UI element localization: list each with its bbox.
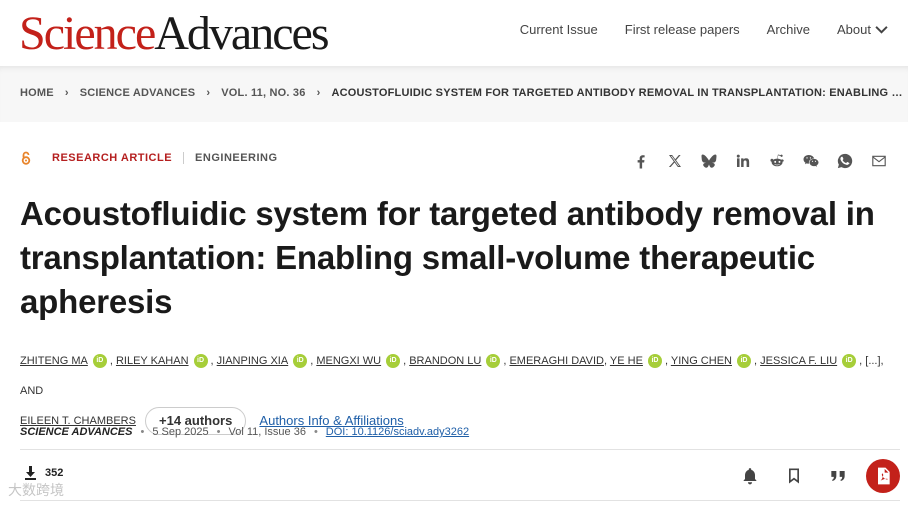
orcid-icon[interactable]: iD (193, 354, 208, 369)
nav-current-issue[interactable]: Current Issue (520, 22, 598, 37)
facebook-icon[interactable] (624, 150, 658, 172)
breadcrumb-issue[interactable]: VOL. 11, NO. 36 (221, 87, 305, 99)
publication-date: 5 Sep 2025 (152, 426, 209, 438)
author-name[interactable]: JIANPING XIA (217, 355, 289, 367)
chevron-right-icon: › (316, 87, 321, 99)
article-subject[interactable]: ENGINEERING (195, 152, 278, 164)
linkedin-icon[interactable] (726, 150, 760, 172)
pdf-icon (878, 467, 890, 485)
open-access-icon (21, 151, 31, 165)
chevron-right-icon: › (206, 87, 211, 99)
breadcrumb-home[interactable]: HOME (20, 87, 54, 99)
share-bar (624, 150, 896, 172)
article-type-row: RESEARCH ARTICLE ENGINEERING (20, 151, 278, 165)
article-type[interactable]: RESEARCH ARTICLE (52, 152, 172, 164)
volume-issue[interactable]: Vol 11, Issue 36 (228, 426, 305, 438)
separator-dot: • (313, 426, 318, 438)
cite-button[interactable] (816, 458, 860, 494)
publication-meta: SCIENCE ADVANCES • 5 Sep 2025 • Vol 11, … (20, 426, 469, 438)
author-name[interactable]: YING CHEN (671, 355, 732, 367)
main-nav: Current Issue First release papers Archi… (520, 22, 888, 37)
breadcrumb-bar: HOME › SCIENCE ADVANCES › VOL. 11, NO. 3… (0, 66, 908, 122)
logo-advances: Advances (154, 7, 329, 60)
author-name[interactable]: BRANDON LU (409, 355, 481, 367)
site-header: ScienceAdvances Current Issue First rele… (0, 0, 908, 66)
separator-dot: • (140, 426, 145, 438)
divider (20, 500, 900, 501)
breadcrumb: HOME › SCIENCE ADVANCES › VOL. 11, NO. 3… (20, 87, 903, 99)
orcid-icon[interactable]: iD (293, 354, 308, 369)
quote-icon (831, 471, 845, 481)
orcid-icon[interactable]: iD (842, 354, 857, 369)
authors-ellipsis: [...] (865, 355, 881, 367)
logo-science: Science (19, 7, 156, 60)
download-icon (25, 466, 36, 480)
orcid-icon[interactable]: iD (736, 354, 751, 369)
wechat-icon[interactable] (794, 150, 828, 172)
nav-first-release[interactable]: First release papers (625, 22, 740, 37)
article-tools (728, 458, 900, 494)
author-list: ZHITENG MA iD, RILEY KAHAN iD, JIANPING XI… (20, 346, 900, 436)
nav-about-label: About (837, 22, 871, 37)
author-name[interactable]: RILEY KAHAN (116, 355, 189, 367)
pdf-button[interactable] (866, 459, 900, 493)
author-name[interactable]: JESSICA F. LIU (760, 355, 837, 367)
doi-link[interactable]: DOI: 10.1126/sciadv.ady3262 (326, 426, 469, 438)
alert-button[interactable] (728, 458, 772, 494)
separator-dot: • (216, 426, 221, 438)
author-name[interactable]: YE HE (610, 355, 643, 367)
chevron-right-icon: › (64, 87, 69, 99)
bell-icon (743, 468, 757, 485)
whatsapp-icon[interactable] (828, 150, 862, 172)
bookmark-icon (789, 468, 799, 484)
reddit-icon[interactable] (760, 150, 794, 172)
divider (20, 449, 900, 450)
nav-about[interactable]: About (837, 22, 888, 37)
author-name[interactable]: EMERAGHI DAVID (509, 355, 604, 367)
downloads-count: 352 (24, 466, 63, 480)
site-logo[interactable]: ScienceAdvances (19, 6, 330, 62)
chevron-down-icon (875, 26, 888, 34)
orcid-icon[interactable]: iD (92, 354, 107, 369)
bookmark-button[interactable] (772, 458, 816, 494)
author-name[interactable]: MENGXI WU (316, 355, 381, 367)
divider (183, 152, 185, 164)
breadcrumb-journal[interactable]: SCIENCE ADVANCES (80, 87, 196, 99)
bluesky-icon[interactable] (692, 150, 726, 172)
author-name[interactable]: ZHITENG MA (20, 355, 88, 367)
article-title: Acoustofluidic system for targeted antib… (20, 195, 875, 320)
x-icon[interactable] (658, 150, 692, 172)
orcid-icon[interactable]: iD (486, 354, 501, 369)
orcid-icon[interactable]: iD (386, 354, 401, 369)
nav-archive[interactable]: Archive (767, 22, 810, 37)
journal-name[interactable]: SCIENCE ADVANCES (20, 426, 132, 438)
downloads-value: 352 (45, 467, 64, 479)
watermark: 大数跨境 (8, 483, 64, 499)
breadcrumb-article: ACOUSTOFLUIDIC SYSTEM FOR TARGETED ANTIB… (331, 87, 903, 99)
email-icon[interactable] (862, 150, 896, 172)
orcid-icon[interactable]: iD (647, 354, 662, 369)
